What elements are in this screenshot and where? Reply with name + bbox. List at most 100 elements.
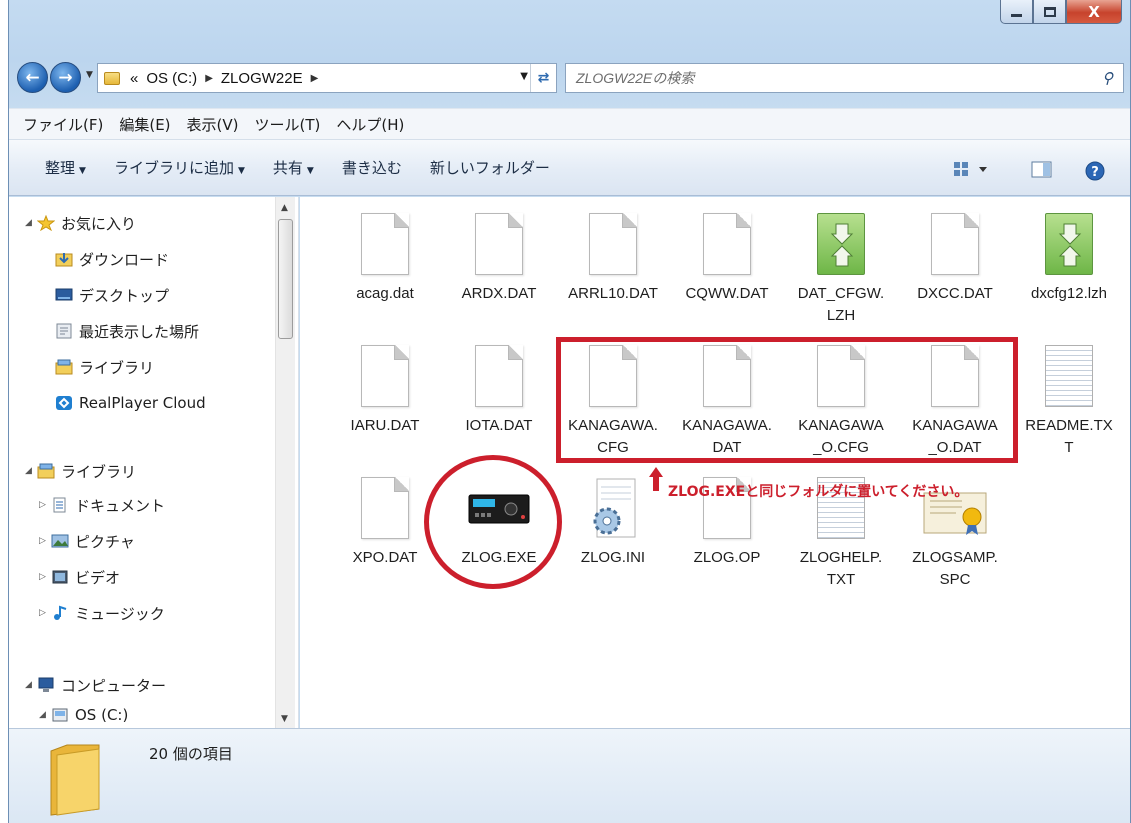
file-name: CQWW.DAT	[685, 285, 769, 302]
nav-pictures[interactable]: ▷ ピクチャ	[39, 529, 135, 553]
nav-computer[interactable]: ◢ コンピューター	[25, 673, 166, 697]
nav-downloads-label: ダウンロード	[79, 250, 170, 269]
menu-tools[interactable]: ツール(T)	[255, 114, 321, 135]
change-view-button[interactable]	[953, 161, 989, 179]
file-item[interactable]: README.TXT	[1014, 345, 1124, 459]
chevron-down-icon: ▼	[237, 166, 245, 176]
preview-pane-icon[interactable]	[1031, 161, 1053, 179]
settings-file-icon	[589, 477, 637, 539]
breadcrumb-separator-icon[interactable]: ▶	[205, 73, 213, 84]
address-bar[interactable]: « OS (C:) ▶ ZLOGW22E ▶ ▼ ⇄	[97, 63, 557, 93]
nav-computer-label: コンピューター	[61, 676, 167, 695]
folder-icon	[50, 744, 100, 816]
nav-desktop[interactable]: デスクトップ	[55, 283, 169, 307]
minimize-button[interactable]	[1000, 0, 1033, 24]
nav-favorites-label: お気に入り	[61, 214, 137, 233]
file-item[interactable]: acag.dat	[330, 213, 440, 305]
title-bar: X	[9, 0, 1130, 52]
help-icon[interactable]: ?	[1085, 161, 1105, 181]
generic-file-icon	[475, 345, 523, 407]
nav-downloads[interactable]: ダウンロード	[55, 247, 169, 271]
nav-documents[interactable]: ▷ ドキュメント	[39, 493, 165, 517]
nav-os-drive-label: OS (C:)	[75, 706, 129, 724]
downloads-icon	[55, 251, 73, 267]
maximize-button[interactable]	[1033, 0, 1066, 24]
back-button[interactable]: ←	[17, 62, 48, 93]
search-input[interactable]: ZLOGW22Eの検索 ⚲	[565, 63, 1124, 93]
add-to-library-button[interactable]: ライブラリに追加 ▼	[114, 157, 245, 178]
refresh-button[interactable]: ⇄	[530, 64, 556, 92]
file-name: acag.dat	[356, 285, 414, 302]
file-item[interactable]: IOTA.DAT	[444, 345, 554, 437]
breadcrumb-folder[interactable]: ZLOGW22E	[221, 70, 303, 87]
maximize-icon	[1043, 6, 1056, 17]
collapsed-triangle-icon[interactable]: ▷	[39, 500, 51, 510]
scrollbar-thumb[interactable]	[278, 219, 293, 339]
highlight-rectangle	[556, 337, 1018, 463]
videos-icon	[51, 569, 69, 585]
breadcrumb-separator-icon[interactable]: ▶	[311, 73, 319, 84]
close-button[interactable]: X	[1066, 0, 1122, 24]
nav-libraries[interactable]: ◢ ライブラリ	[25, 459, 136, 483]
generic-file-icon	[361, 345, 409, 407]
annotation-text: ZLOG.EXEと同じフォルダに置いてください。	[668, 484, 969, 500]
address-dropdown-icon[interactable]: ▼	[520, 71, 528, 82]
burn-button[interactable]: 書き込む	[342, 157, 402, 178]
collapsed-triangle-icon[interactable]: ▷	[39, 608, 51, 618]
share-button[interactable]: 共有 ▼	[273, 157, 314, 178]
menu-edit[interactable]: 編集(E)	[119, 114, 170, 135]
window-controls: X	[1000, 0, 1122, 26]
expanded-triangle-icon[interactable]: ◢	[25, 218, 37, 228]
recent-places-icon	[55, 323, 73, 339]
realplayer-cloud-icon	[55, 395, 73, 411]
menu-view[interactable]: 表示(V)	[187, 114, 239, 135]
nav-recent-places[interactable]: 最近表示した場所	[55, 319, 199, 343]
recent-pages-dropdown[interactable]: ▼	[86, 70, 93, 80]
file-name: ZLOG.INI	[580, 549, 646, 566]
menu-file[interactable]: ファイル(F)	[23, 114, 103, 135]
new-folder-button[interactable]: 新しいフォルダー	[430, 157, 550, 178]
expanded-triangle-icon[interactable]: ◢	[39, 710, 51, 720]
nav-realplayer-cloud[interactable]: RealPlayer Cloud	[55, 391, 206, 415]
scroll-up-icon[interactable]: ▲	[281, 203, 288, 213]
documents-icon	[51, 497, 69, 513]
file-item[interactable]: IARU.DAT	[330, 345, 440, 437]
nav-libraries-shortcut-label: ライブラリ	[79, 358, 155, 377]
file-item[interactable]: ARDX.DAT	[444, 213, 554, 305]
refresh-icon: ⇄	[537, 70, 550, 86]
nav-libraries-shortcut[interactable]: ライブラリ	[55, 355, 154, 379]
search-icon[interactable]: ⚲	[1102, 69, 1113, 87]
file-item[interactable]: dxcfg12.lzh	[1014, 213, 1124, 305]
file-item[interactable]: DXCC.DAT	[900, 213, 1010, 305]
file-item[interactable]: CQWW.DAT	[672, 213, 782, 305]
nav-music[interactable]: ▷ ミュージック	[39, 601, 165, 625]
scroll-down-icon[interactable]: ▼	[281, 714, 288, 724]
nav-videos[interactable]: ▷ ビデオ	[39, 565, 120, 589]
nav-scrollbar[interactable]: ▲ ▼	[275, 197, 295, 728]
collapsed-triangle-icon[interactable]: ▷	[39, 572, 51, 582]
file-name: README.TXT	[1025, 417, 1113, 456]
expanded-triangle-icon[interactable]: ◢	[25, 680, 37, 690]
nav-pictures-label: ピクチャ	[75, 532, 135, 551]
organize-button[interactable]: 整理 ▼	[45, 157, 86, 178]
nav-videos-label: ビデオ	[75, 568, 121, 587]
expanded-triangle-icon[interactable]: ◢	[25, 466, 37, 476]
file-name: IOTA.DAT	[465, 417, 533, 434]
file-item[interactable]: DAT_CFGW.LZH	[786, 213, 896, 327]
forward-button[interactable]: →	[50, 62, 81, 93]
menu-help[interactable]: ヘルプ(H)	[336, 114, 404, 135]
svg-text:?: ?	[1091, 165, 1099, 180]
breadcrumb-overflow[interactable]: «	[130, 70, 138, 87]
file-item[interactable]: ARRL10.DAT	[558, 213, 668, 305]
nav-favorites[interactable]: ◢ お気に入り	[25, 211, 136, 235]
generic-file-icon	[931, 213, 979, 275]
nav-os-drive[interactable]: ◢ OS (C:)	[39, 703, 128, 727]
file-name: DAT_CFGW.LZH	[797, 285, 885, 324]
computer-icon	[37, 677, 55, 693]
details-pane: 20 個の項目	[9, 728, 1130, 823]
collapsed-triangle-icon[interactable]: ▷	[39, 536, 51, 546]
generic-file-icon	[475, 213, 523, 275]
close-icon: X	[1088, 2, 1100, 21]
breadcrumb-drive[interactable]: OS (C:)	[146, 70, 197, 87]
file-name: ARDX.DAT	[461, 285, 537, 302]
